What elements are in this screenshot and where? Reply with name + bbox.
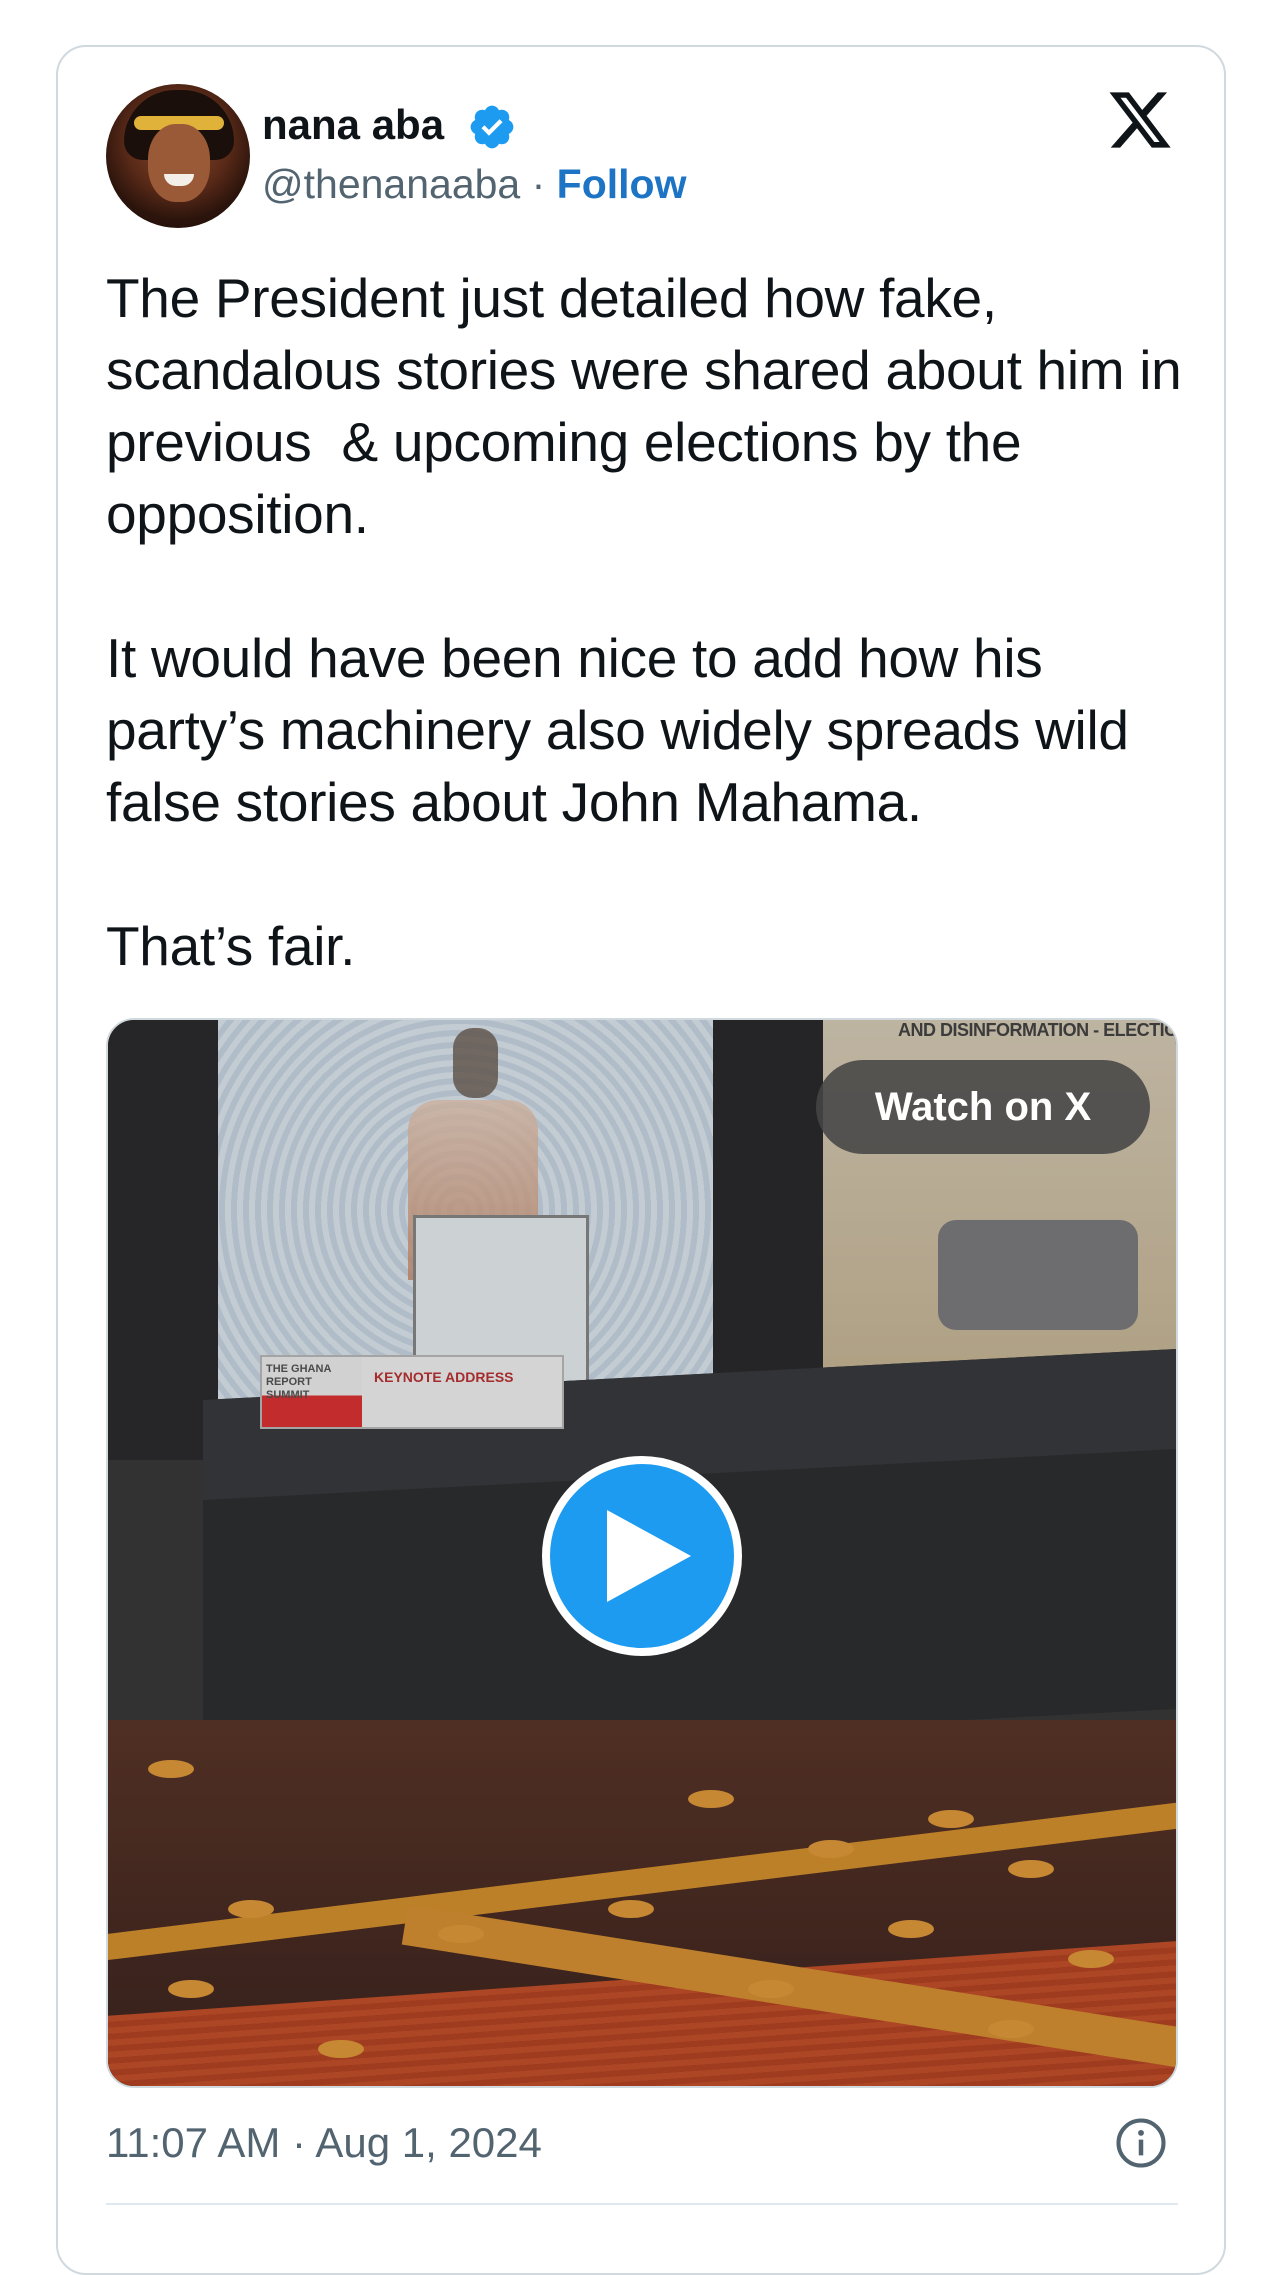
tweet-timestamp[interactable]: 11:07 AM · Aug 1, 2024 [106,2118,542,2168]
follow-button[interactable]: Follow [557,161,687,207]
watch-on-x-button[interactable]: Watch on X [816,1060,1150,1154]
footer-divider [106,2203,1178,2205]
video-player[interactable]: AND DISINFORMATION - ELECTION 2024 THE G… [106,1018,1178,2088]
avatar[interactable] [106,84,250,228]
play-button[interactable] [542,1456,742,1656]
tweet-text: The President just detailed how fake, sc… [106,267,1182,977]
x-logo-icon[interactable] [1106,86,1174,154]
info-icon[interactable] [1114,2116,1168,2170]
author-name[interactable]: nana aba [262,100,444,150]
separator: · [520,161,557,207]
verified-badge-icon [470,105,514,149]
author-handle[interactable]: @thenanaaba [262,161,520,207]
play-icon [607,1510,691,1602]
author-handle-row: @thenanaaba · Follow [262,160,686,208]
